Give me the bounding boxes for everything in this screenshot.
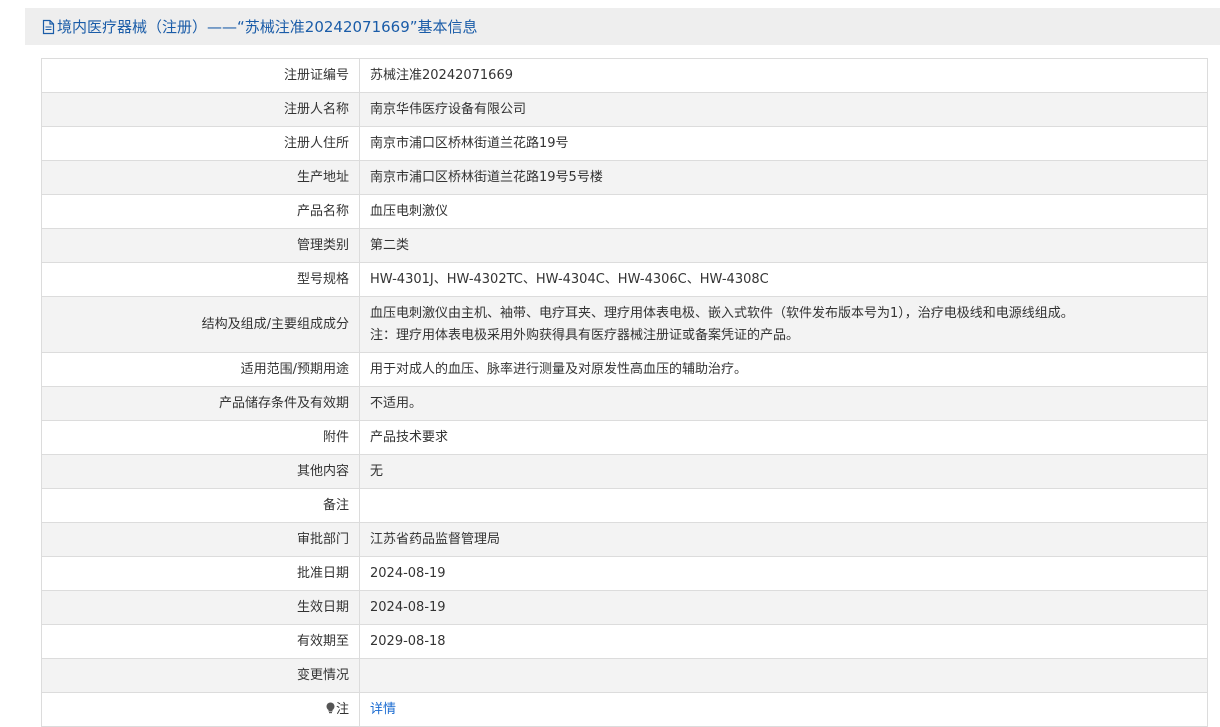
row-value: HW-4301J、HW-4302TC、HW-4304C、HW-4306C、HW-… — [359, 262, 1208, 297]
detail-page: 境内医疗器械（注册）——“苏械注准20242071669”基本信息 注册证编号 … — [25, 8, 1220, 727]
row-value: 苏械注准20242071669 — [359, 58, 1208, 93]
row-value: 2024-08-19 — [359, 556, 1208, 591]
row-label: 注册证编号 — [41, 58, 360, 93]
table-row: 产品名称 血压电刺激仪 — [41, 194, 1208, 229]
row-value: 南京华伟医疗设备有限公司 — [359, 92, 1208, 127]
row-label: 管理类别 — [41, 228, 360, 263]
table-row: 有效期至 2029-08-18 — [41, 624, 1208, 659]
table-row: 其他内容 无 — [41, 454, 1208, 489]
row-value: 无 — [359, 454, 1208, 489]
row-label: 产品名称 — [41, 194, 360, 229]
row-label: 有效期至 — [41, 624, 360, 659]
row-label: 型号规格 — [41, 262, 360, 297]
table-row: 注册人名称 南京华伟医疗设备有限公司 — [41, 92, 1208, 127]
row-label: 适用范围/预期用途 — [41, 352, 360, 387]
row-value: 南京市浦口区桥林街道兰花路19号 — [359, 126, 1208, 161]
page-header: 境内医疗器械（注册）——“苏械注准20242071669”基本信息 — [25, 8, 1220, 45]
table-row: 备注 — [41, 488, 1208, 523]
lightbulb-icon — [325, 700, 336, 713]
row-value: 不适用。 — [359, 386, 1208, 421]
row-label: 附件 — [41, 420, 360, 455]
table-row: 批准日期 2024-08-19 — [41, 556, 1208, 591]
table-row: 注册人住所 南京市浦口区桥林街道兰花路19号 — [41, 126, 1208, 161]
table-row: 注 详情 — [41, 692, 1208, 727]
table-row: 附件 产品技术要求 — [41, 420, 1208, 455]
table-row: 产品储存条件及有效期 不适用。 — [41, 386, 1208, 421]
row-label: 生产地址 — [41, 160, 360, 195]
row-label: 生效日期 — [41, 590, 360, 625]
row-label: 产品储存条件及有效期 — [41, 386, 360, 421]
row-value: 血压电刺激仪由主机、袖带、电疗耳夹、理疗用体表电极、嵌入式软件（软件发布版本号为… — [359, 296, 1208, 353]
info-table: 注册证编号 苏械注准20242071669 注册人名称 南京华伟医疗设备有限公司… — [41, 58, 1208, 727]
row-label: 备注 — [41, 488, 360, 523]
row-value — [359, 488, 1208, 523]
table-row: 变更情况 — [41, 658, 1208, 693]
row-label: 结构及组成/主要组成成分 — [41, 296, 360, 353]
table-row: 型号规格 HW-4301J、HW-4302TC、HW-4304C、HW-4306… — [41, 262, 1208, 297]
row-value: 详情 — [359, 692, 1208, 727]
row-value: 2024-08-19 — [359, 590, 1208, 625]
table-row: 管理类别 第二类 — [41, 228, 1208, 263]
page-title: 境内医疗器械（注册）——“苏械注准20242071669”基本信息 — [57, 18, 478, 36]
table-row: 生产地址 南京市浦口区桥林街道兰花路19号5号楼 — [41, 160, 1208, 195]
row-value: 2029-08-18 — [359, 624, 1208, 659]
row-value — [359, 658, 1208, 693]
row-label: 审批部门 — [41, 522, 360, 557]
row-value: 江苏省药品监督管理局 — [359, 522, 1208, 557]
table-row: 注册证编号 苏械注准20242071669 — [41, 58, 1208, 93]
table-row: 审批部门 江苏省药品监督管理局 — [41, 522, 1208, 557]
row-value: 产品技术要求 — [359, 420, 1208, 455]
row-value: 南京市浦口区桥林街道兰花路19号5号楼 — [359, 160, 1208, 195]
row-value: 用于对成人的血压、脉率进行测量及对原发性高血压的辅助治疗。 — [359, 352, 1208, 387]
details-link[interactable]: 详情 — [370, 702, 396, 717]
document-icon — [41, 19, 56, 35]
row-label: 注册人名称 — [41, 92, 360, 127]
row-label-note: 注 — [41, 692, 360, 727]
row-value: 第二类 — [359, 228, 1208, 263]
composition-text: 血压电刺激仪由主机、袖带、电疗耳夹、理疗用体表电极、嵌入式软件（软件发布版本号为… — [370, 305, 1074, 321]
note-label: 注 — [335, 701, 349, 717]
table-row: 适用范围/预期用途 用于对成人的血压、脉率进行测量及对原发性高血压的辅助治疗。 — [41, 352, 1208, 387]
row-label: 其他内容 — [41, 454, 360, 489]
composition-note: 注：理疗用体表电极采用外购获得具有医疗器械注册证或备案凭证的产品。 — [370, 327, 800, 343]
row-label: 注册人住所 — [41, 126, 360, 161]
row-label: 变更情况 — [41, 658, 360, 693]
row-label: 批准日期 — [41, 556, 360, 591]
table-row: 生效日期 2024-08-19 — [41, 590, 1208, 625]
row-value: 血压电刺激仪 — [359, 194, 1208, 229]
table-row: 结构及组成/主要组成成分 血压电刺激仪由主机、袖带、电疗耳夹、理疗用体表电极、嵌… — [41, 296, 1208, 353]
